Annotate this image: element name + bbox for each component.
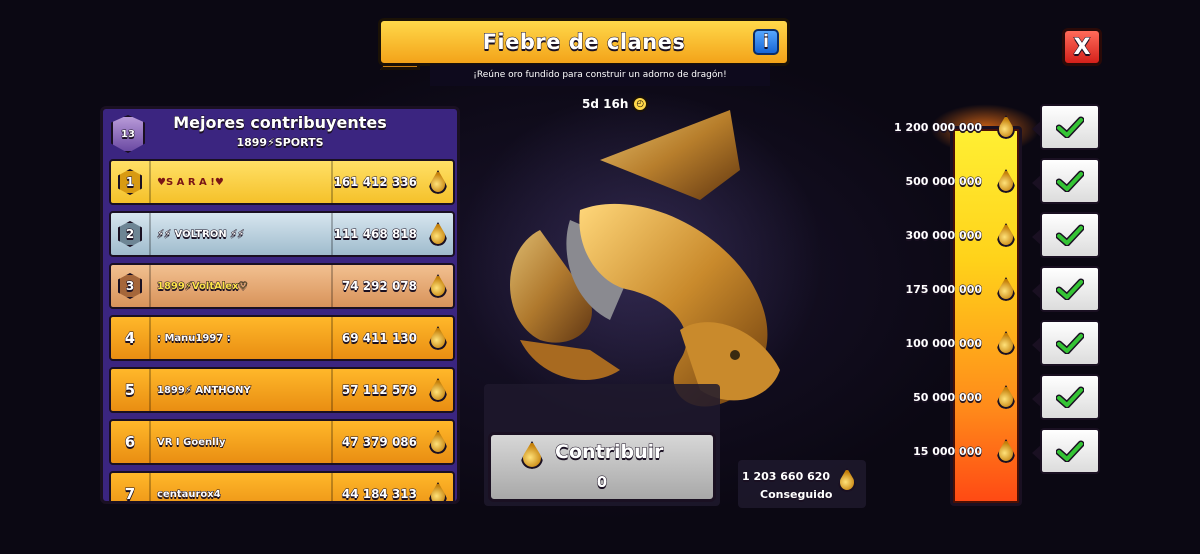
molten-gold-icon [429, 430, 447, 454]
rank-number: 7 [111, 473, 151, 501]
rank-number: 6 [111, 421, 151, 463]
rank-badge: 1 [118, 169, 142, 195]
molten-gold-icon [997, 223, 1015, 247]
milestone: 300 000 000 [860, 212, 1100, 258]
list-item[interactable]: 6 VR I Goenlly 47 379 086 [109, 419, 455, 465]
player-name: ♥S A R A !♥ [157, 176, 224, 188]
milestone: 500 000 000 [860, 158, 1100, 204]
event-banner: Fiebre de clanes i [378, 18, 790, 66]
contribute-button[interactable]: Contribuir 0 [488, 432, 716, 502]
molten-gold-icon [997, 115, 1015, 139]
event-timer: 5d 16h ◴ [582, 96, 649, 112]
milestone-check [1032, 428, 1100, 474]
achieved-total: 1 203 660 620 Conseguido [738, 460, 866, 508]
milestone-value: 175 000 000 [905, 282, 983, 296]
player-name: 1899⚡ ANTHONY [157, 384, 252, 396]
list-item[interactable]: 1 ♥S A R A !♥ 161 412 336 [109, 159, 455, 205]
molten-gold-icon [997, 439, 1015, 463]
player-name: : Manu1997 : [157, 332, 232, 344]
golden-dragon-ornament [510, 110, 780, 407]
achieved-label: Conseguido [759, 488, 833, 502]
list-item[interactable]: 4 : Manu1997 : 69 411 130 [109, 315, 455, 361]
milestone-check [1032, 266, 1100, 312]
milestone-value: 100 000 000 [905, 336, 983, 350]
milestone-check [1032, 320, 1100, 366]
rank-number: 5 [111, 369, 151, 411]
list-item[interactable]: 2 ⚡⚡ VOLTRON ⚡⚡ 111 468 818 [109, 211, 455, 257]
milestone-value: 1 200 000 000 [893, 120, 982, 134]
player-name: 1899⚡VoltAlex♡ [157, 280, 249, 292]
milestone-check [1032, 158, 1100, 204]
achieved-value: 1 203 660 620 [741, 470, 831, 484]
list-item[interactable]: 3 1899⚡VoltAlex♡ 74 292 078 [109, 263, 455, 309]
molten-gold-icon [838, 468, 856, 492]
contributors-list[interactable]: 1 ♥S A R A !♥ 161 412 336 2 ⚡⚡ VOLTRON ⚡… [109, 159, 455, 501]
event-title: Fiebre de clanes [482, 30, 686, 55]
milestone: 175 000 000 [860, 266, 1100, 312]
milestone: 1 200 000 000 [860, 104, 1100, 150]
molten-gold-icon [429, 170, 447, 194]
molten-gold-icon [429, 482, 447, 501]
molten-gold-icon [429, 326, 447, 350]
checkmark-icon [1056, 278, 1084, 300]
checkmark-icon [1056, 224, 1084, 246]
event-subtitle: ¡Reúne oro fundido para construir un ado… [430, 64, 770, 86]
top-contributors-panel: 13 Mejores contribuyentes 1899⚡SPORTS 1 … [100, 106, 460, 504]
milestone-value: 300 000 000 [905, 228, 983, 242]
panel-title: Mejores contribuyentes [173, 113, 388, 133]
milestone-check [1032, 104, 1100, 150]
checkmark-icon [1056, 386, 1084, 408]
contribute-label: Contribuir [555, 441, 664, 464]
list-item[interactable]: 5 1899⚡ ANTHONY 57 112 579 [109, 367, 455, 413]
player-name: VR I Goenlly [157, 436, 226, 448]
player-contribution: 44 184 313 [331, 473, 423, 501]
milestone-check [1032, 374, 1100, 420]
player-contribution: 161 412 336 [331, 161, 423, 203]
molten-gold-icon [997, 385, 1015, 409]
molten-gold-icon [429, 378, 447, 402]
molten-gold-icon [997, 169, 1015, 193]
molten-gold-icon [997, 277, 1015, 301]
milestone-value: 50 000 000 [913, 390, 983, 404]
panel-header: 13 Mejores contribuyentes 1899⚡SPORTS [103, 109, 457, 157]
player-contribution: 57 112 579 [331, 369, 423, 411]
player-contribution: 47 379 086 [331, 421, 423, 463]
rank-number: 4 [111, 317, 151, 359]
close-button[interactable]: X [1062, 28, 1102, 66]
checkmark-icon [1056, 170, 1084, 192]
molten-gold-icon [429, 274, 447, 298]
milestone: 15 000 000 [860, 428, 1100, 474]
rank-badge: 3 [118, 273, 142, 299]
player-name: ⚡⚡ VOLTRON ⚡⚡ [157, 228, 245, 240]
player-name: centaurox4 [157, 488, 222, 500]
molten-gold-icon [521, 441, 543, 469]
rank-badge: 2 [118, 221, 142, 247]
list-item[interactable]: 7 centaurox4 44 184 313 [109, 471, 455, 501]
info-button[interactable]: i [753, 29, 779, 55]
milestone: 50 000 000 [860, 374, 1100, 420]
clock-icon: ◴ [632, 96, 649, 112]
clan-name: 1899⚡SPORTS [236, 136, 324, 150]
checkmark-icon [1056, 440, 1084, 462]
molten-gold-icon [429, 222, 447, 246]
checkmark-icon [1056, 332, 1084, 354]
checkmark-icon [1056, 116, 1084, 138]
player-contribution: 74 292 078 [331, 265, 423, 307]
molten-gold-icon [997, 331, 1015, 355]
milestone: 100 000 000 [860, 320, 1100, 366]
player-contribution: 69 411 130 [331, 317, 423, 359]
milestone-check [1032, 212, 1100, 258]
milestone-value: 500 000 000 [905, 174, 983, 188]
milestone-value: 15 000 000 [913, 444, 983, 458]
contribute-amount: 0 [596, 473, 608, 492]
player-contribution: 111 468 818 [331, 213, 423, 255]
timer-text: 5d 16h [582, 97, 629, 111]
